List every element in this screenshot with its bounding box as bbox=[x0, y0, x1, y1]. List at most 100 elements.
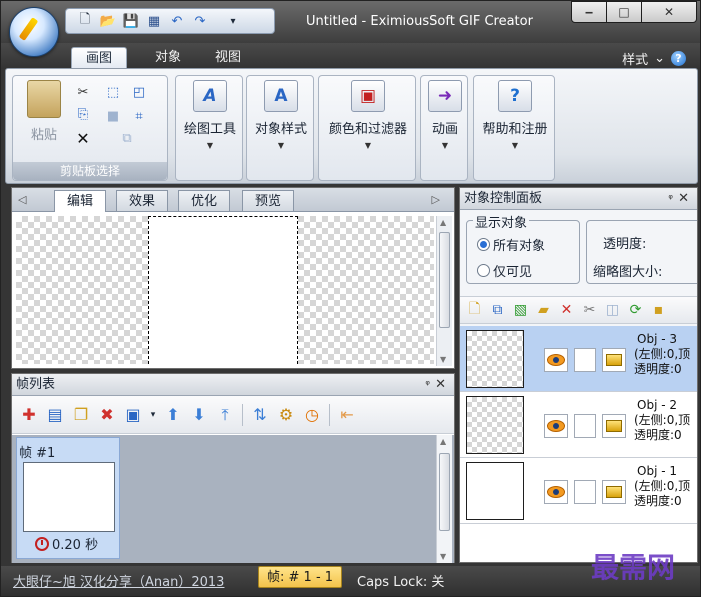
frame-delay[interactable]: 0.20 秒 bbox=[35, 534, 98, 553]
new-object-icon[interactable]: 🗋 bbox=[464, 300, 485, 320]
animation-group: ➜ 动画 ▼ bbox=[420, 75, 468, 181]
close-icon[interactable]: ✕ bbox=[435, 374, 446, 396]
tab-edit[interactable]: 编辑 bbox=[54, 190, 107, 212]
scroll-up-icon[interactable]: ▲ bbox=[440, 218, 446, 227]
refresh-object-icon[interactable]: ⟳ bbox=[625, 300, 646, 320]
window-title: Untitled - EximiousSoft GIF Creator bbox=[306, 14, 533, 29]
move-frame-up-icon[interactable]: ⬆ bbox=[162, 404, 184, 426]
object-image-button[interactable] bbox=[602, 480, 626, 504]
dropdown-arrow-icon: ▼ bbox=[511, 141, 519, 150]
drawing-tools-icon: A bbox=[193, 80, 227, 112]
more-object-icon[interactable]: ▪ bbox=[648, 300, 669, 320]
customize-icon[interactable]: ▾ bbox=[224, 12, 242, 30]
visibility-toggle[interactable] bbox=[544, 414, 568, 438]
help-register-button[interactable]: ? 帮助和注册 ▼ bbox=[476, 80, 554, 150]
reverse-frames-icon[interactable]: ⇅ bbox=[249, 404, 271, 426]
tab-scroll-left-icon[interactable]: ◁ bbox=[18, 193, 26, 206]
move-frame-first-icon[interactable]: ⤒ bbox=[214, 404, 236, 426]
object-thumbnail bbox=[466, 330, 524, 388]
object-row[interactable]: Obj - 3 (左侧:0,顶 透明度:0 bbox=[460, 326, 697, 392]
image-icon bbox=[606, 420, 622, 432]
radio-all-objects[interactable]: 所有对象 bbox=[477, 235, 545, 254]
scroll-down-icon[interactable]: ▼ bbox=[440, 355, 446, 364]
insert-frame-icon[interactable]: ▤ bbox=[44, 404, 66, 426]
first-frame-icon[interactable]: ⇤ bbox=[336, 404, 358, 426]
import-object-icon[interactable]: ▰ bbox=[533, 300, 554, 320]
copy-icon[interactable]: ⎘ bbox=[75, 106, 91, 122]
select-all-icon[interactable]: ◰ bbox=[131, 84, 147, 100]
tab-view[interactable]: 视图 bbox=[201, 47, 255, 69]
lock-toggle[interactable] bbox=[574, 480, 596, 504]
animation-button[interactable]: ➜ 动画 ▼ bbox=[423, 80, 467, 150]
move-frame-down-icon[interactable]: ⬇ bbox=[188, 404, 210, 426]
tab-preview[interactable]: 预览 bbox=[242, 190, 295, 211]
color-filter-button[interactable]: ▣ 颜色和过滤器 ▼ bbox=[321, 80, 415, 150]
style-menu[interactable]: 样式 ⌄ ? bbox=[622, 49, 686, 68]
visibility-toggle[interactable] bbox=[544, 480, 568, 504]
scroll-thumb[interactable] bbox=[439, 232, 450, 328]
frame-settings-icon[interactable]: ⚙ bbox=[275, 404, 297, 426]
delete-frame-icon[interactable]: ✖ bbox=[96, 404, 118, 426]
close-icon[interactable]: ✕ bbox=[678, 188, 689, 210]
redo-icon[interactable]: ↷ bbox=[191, 12, 209, 30]
add-image-icon[interactable]: ▧ bbox=[510, 300, 531, 320]
delete-icon[interactable]: ✕ bbox=[75, 129, 91, 148]
object-image-button[interactable] bbox=[602, 414, 626, 438]
tab-scroll-right-icon[interactable]: ▷ bbox=[432, 193, 440, 206]
chevron-down-icon[interactable]: ▾ bbox=[148, 404, 158, 426]
radio-button[interactable] bbox=[477, 264, 490, 277]
tab-optimize[interactable]: 优化 bbox=[178, 190, 231, 211]
export-icon[interactable]: ▦ bbox=[145, 12, 163, 30]
object-image-button[interactable] bbox=[602, 348, 626, 372]
scroll-down-icon[interactable]: ▼ bbox=[440, 552, 446, 561]
maximize-button[interactable]: □ bbox=[606, 1, 642, 23]
editing-canvas[interactable] bbox=[16, 216, 434, 364]
select-rect-icon[interactable]: ⬚ bbox=[105, 84, 121, 100]
paste-button[interactable]: 粘贴 bbox=[21, 80, 67, 143]
object-row[interactable]: Obj - 1 (左侧:0,顶 透明度:0 bbox=[460, 458, 697, 524]
pin-icon[interactable]: ᵠ bbox=[425, 374, 430, 396]
frame-properties-icon[interactable]: ▣ bbox=[122, 404, 144, 426]
invert-selection-icon[interactable]: ■ bbox=[105, 108, 121, 124]
radio-button[interactable] bbox=[477, 238, 490, 251]
object-style-button[interactable]: A 对象样式 ▼ bbox=[249, 80, 313, 150]
frame-list-scrollbar[interactable]: ▲ ▼ bbox=[436, 435, 452, 563]
radio-visible-only[interactable]: 仅可见 bbox=[477, 261, 532, 280]
cut-icon[interactable]: ✂ bbox=[75, 84, 91, 100]
minimize-button[interactable]: ‒ bbox=[571, 1, 607, 23]
tab-object[interactable]: 对象 bbox=[141, 47, 195, 69]
object-position: (左侧:0,顶 bbox=[634, 479, 691, 493]
clear-selection-icon[interactable]: ⧉ bbox=[119, 130, 135, 146]
drawing-tools-button[interactable]: A 绘图工具 ▼ bbox=[178, 80, 242, 150]
save-icon[interactable]: 💾 bbox=[122, 12, 140, 30]
credit-link[interactable]: 大眼仔~旭 汉化分享（Anan）2013 bbox=[13, 571, 224, 590]
object-opacity: 透明度:0 bbox=[634, 362, 682, 376]
delete-object-icon[interactable]: ✕ bbox=[556, 300, 577, 320]
undo-icon[interactable]: ↶ bbox=[168, 12, 186, 30]
cut-object-icon[interactable]: ✂ bbox=[579, 300, 600, 320]
app-menu-button[interactable] bbox=[9, 7, 59, 57]
scroll-up-icon[interactable]: ▲ bbox=[440, 437, 446, 446]
editor-vertical-scrollbar[interactable]: ▲ ▼ bbox=[436, 216, 452, 366]
tab-draw[interactable]: 画图 bbox=[71, 47, 128, 69]
frame-delay-icon[interactable]: ◷ bbox=[301, 404, 323, 426]
close-button[interactable]: ✕ bbox=[641, 1, 697, 23]
open-icon[interactable]: 📂 bbox=[99, 12, 117, 30]
visibility-toggle[interactable] bbox=[544, 348, 568, 372]
canvas-frame-bounds[interactable] bbox=[148, 216, 298, 364]
copy-object-icon[interactable]: ⧉ bbox=[487, 300, 508, 320]
scroll-thumb[interactable] bbox=[439, 453, 450, 531]
show-objects-group: 显示对象 所有对象 仅可见 bbox=[466, 212, 580, 284]
frame-item[interactable]: 帧 #1 0.20 秒 bbox=[16, 437, 120, 559]
merge-object-icon[interactable]: ◫ bbox=[602, 300, 623, 320]
lock-toggle[interactable] bbox=[574, 348, 596, 372]
lock-toggle[interactable] bbox=[574, 414, 596, 438]
pin-icon[interactable]: ᵠ bbox=[668, 188, 673, 210]
duplicate-frame-icon[interactable]: ❐ bbox=[70, 404, 92, 426]
help-icon[interactable]: ? bbox=[671, 51, 686, 66]
tab-effects[interactable]: 效果 bbox=[116, 190, 169, 211]
add-frame-icon[interactable]: ✚ bbox=[18, 404, 40, 426]
new-icon[interactable]: 🗋 bbox=[76, 12, 94, 30]
object-row[interactable]: Obj - 2 (左侧:0,顶 透明度:0 bbox=[460, 392, 697, 458]
crop-icon[interactable]: ⌗ bbox=[131, 108, 147, 124]
